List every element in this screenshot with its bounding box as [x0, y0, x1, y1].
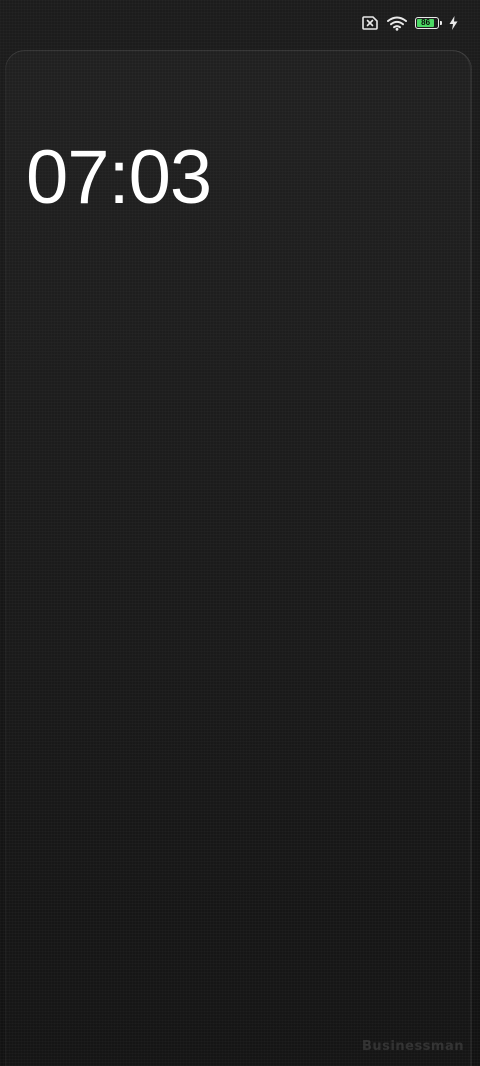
- watermark-text: Businessman: [362, 1039, 464, 1054]
- sim-none-icon: [361, 16, 379, 30]
- status-bar: 86: [0, 0, 480, 46]
- lock-screen: 86 07:03 Businessman: [0, 0, 480, 1066]
- battery-icon: 86: [415, 17, 442, 29]
- battery-level: 86: [417, 19, 435, 27]
- wifi-icon: [387, 16, 407, 31]
- lockscreen-clock: 07:03: [26, 135, 212, 220]
- lightning-bolt-icon: [449, 16, 458, 30]
